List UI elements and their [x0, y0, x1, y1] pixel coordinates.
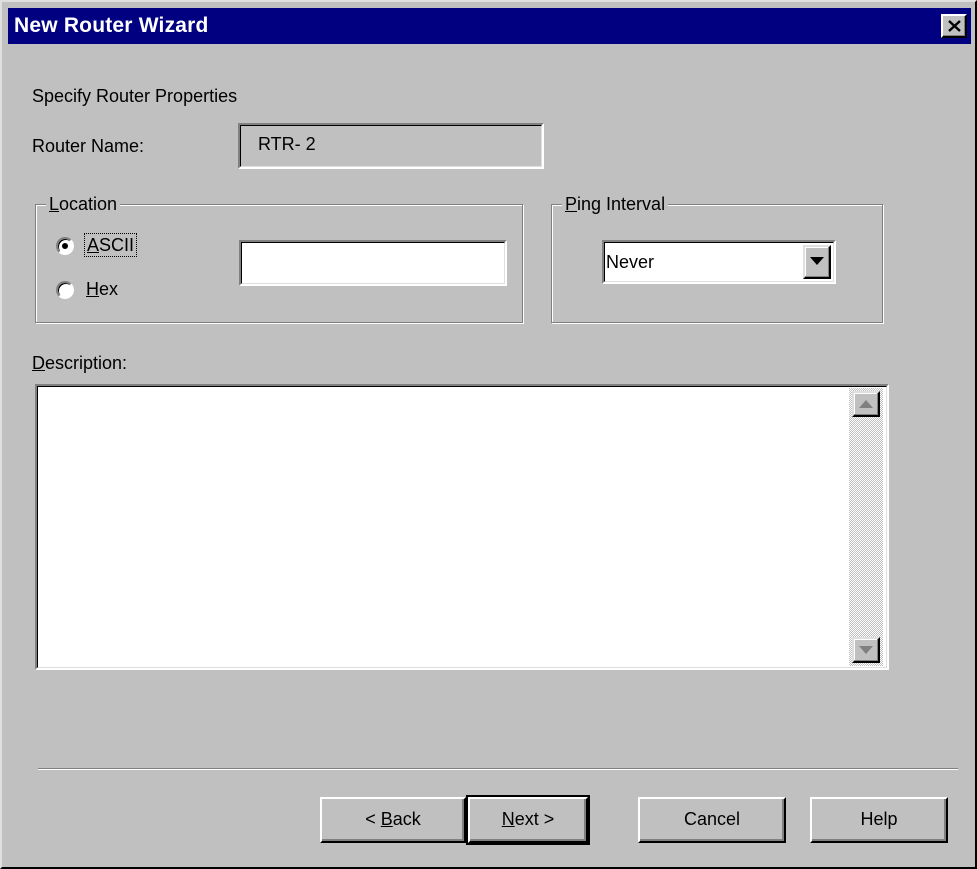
ping-interval-value: Never	[606, 252, 655, 272]
ping-interval-dropdown-button[interactable]	[803, 245, 831, 279]
help-button[interactable]: Help	[810, 797, 948, 843]
hex-radio[interactable]	[56, 281, 74, 299]
wizard-window: New Router Wizard Specify Router Propert…	[0, 0, 977, 869]
cancel-button[interactable]: Cancel	[638, 797, 786, 843]
location-group: Location ASCII Hex	[35, 192, 523, 323]
button-separator	[38, 768, 958, 770]
description-scrollbar[interactable]	[849, 388, 883, 666]
router-name-field: RTR- 2	[238, 123, 544, 169]
ping-interval-select[interactable]: Never	[602, 240, 836, 284]
page-heading: Specify Router Properties	[32, 86, 238, 106]
ascii-radio[interactable]	[56, 237, 74, 255]
ping-interval-group: Ping Interval Never	[551, 192, 883, 323]
close-button[interactable]	[941, 14, 967, 38]
router-name-value: RTR- 2	[258, 134, 316, 154]
close-icon	[948, 20, 961, 32]
chevron-down-icon	[810, 257, 824, 265]
scroll-down-button[interactable]	[852, 637, 880, 663]
ping-interval-group-title: Ping Interval	[562, 192, 669, 216]
title-bar[interactable]: New Router Wizard	[8, 8, 971, 44]
hex-radio-label[interactable]: Hex	[86, 278, 118, 300]
next-button[interactable]: Next >	[466, 795, 590, 845]
arrow-up-icon	[859, 400, 873, 408]
location-input[interactable]	[239, 240, 507, 286]
arrow-down-icon	[859, 646, 873, 654]
description-textarea[interactable]	[35, 384, 889, 670]
location-group-title: Location	[46, 192, 121, 216]
back-button[interactable]: < Back	[320, 797, 466, 843]
scroll-up-button[interactable]	[852, 391, 880, 417]
description-label: Description:	[32, 353, 128, 373]
router-name-label: Router Name:	[32, 136, 145, 156]
window-title: New Router Wizard	[14, 14, 209, 37]
ascii-radio-label[interactable]: ASCII	[84, 233, 138, 257]
